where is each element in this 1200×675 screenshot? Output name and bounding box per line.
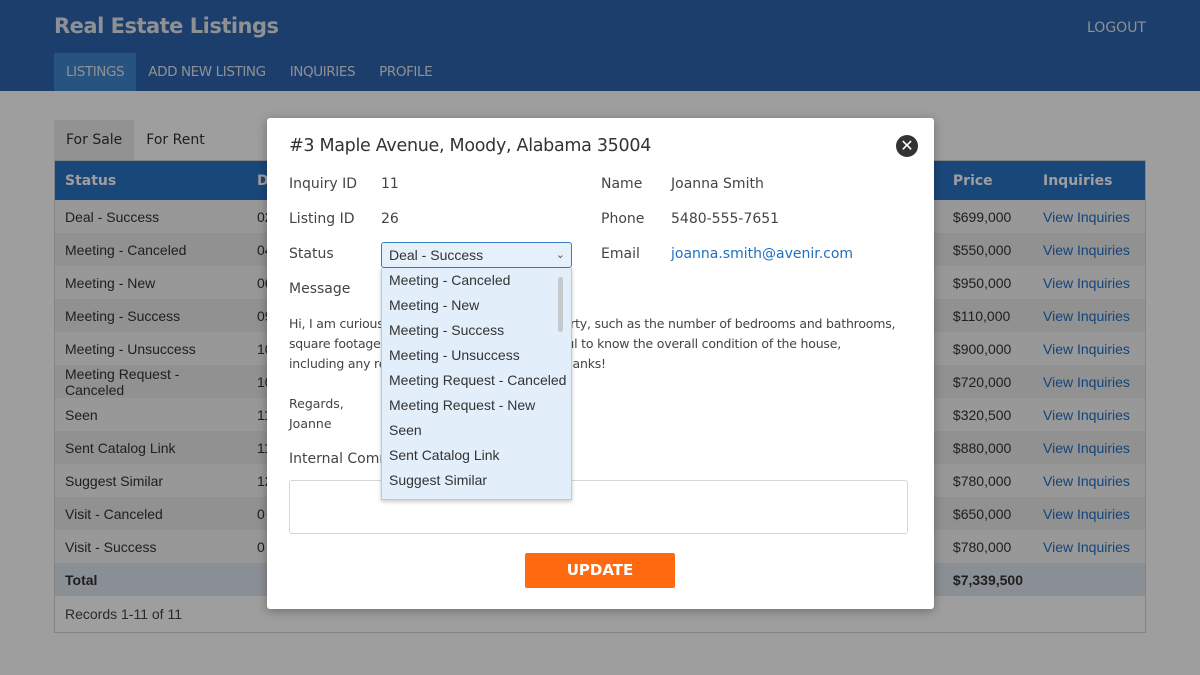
status-option[interactable]: Suggest Similar [382, 468, 571, 493]
status-option[interactable]: Meeting - Canceled [382, 268, 571, 293]
phone-value: 5480-555-7651 [671, 211, 780, 227]
listing-id-label: Listing ID [289, 211, 355, 227]
update-button[interactable]: UPDATE [525, 553, 675, 588]
chevron-down-icon: ⌄ [555, 249, 565, 261]
status-select[interactable]: Deal - Success ⌄ [381, 242, 572, 268]
signoff-line-1: Regards, [289, 396, 344, 411]
status-option[interactable]: Meeting Request - Canceled [382, 368, 571, 393]
listing-id-value: 26 [381, 211, 399, 227]
status-option[interactable]: Seen [382, 418, 571, 443]
status-option[interactable]: Meeting - Success [382, 318, 571, 343]
dropdown-scrollbar[interactable] [558, 277, 563, 332]
inquiry-modal: #3 Maple Avenue, Moody, Alabama 35004 ✕ … [267, 118, 934, 609]
name-value: Joanna Smith [671, 176, 764, 192]
email-label: Email [601, 246, 640, 262]
email-link[interactable]: joanna.smith@avenir.com [671, 246, 853, 262]
close-icon[interactable]: ✕ [896, 135, 918, 157]
status-option[interactable]: Sent Catalog Link [382, 443, 571, 468]
phone-label: Phone [601, 211, 645, 227]
status-option[interactable]: Meeting - New [382, 293, 571, 318]
status-dropdown-list: Meeting - Canceled Meeting - New Meeting -… [381, 268, 572, 500]
message-label: Message [289, 281, 351, 297]
modal-title: #3 Maple Avenue, Moody, Alabama 35004 [289, 136, 652, 156]
message-signoff: Regards, Joanne [289, 394, 344, 434]
status-option[interactable]: Meeting - Unsuccess [382, 343, 571, 368]
name-label: Name [601, 176, 643, 192]
signoff-line-2: Joanne [289, 416, 332, 431]
status-select-value: Deal - Success [389, 247, 484, 263]
status-option[interactable]: Meeting Request - New [382, 393, 571, 418]
inquiry-id-value: 11 [381, 176, 399, 192]
status-label: Status [289, 246, 334, 262]
inquiry-id-label: Inquiry ID [289, 176, 358, 192]
